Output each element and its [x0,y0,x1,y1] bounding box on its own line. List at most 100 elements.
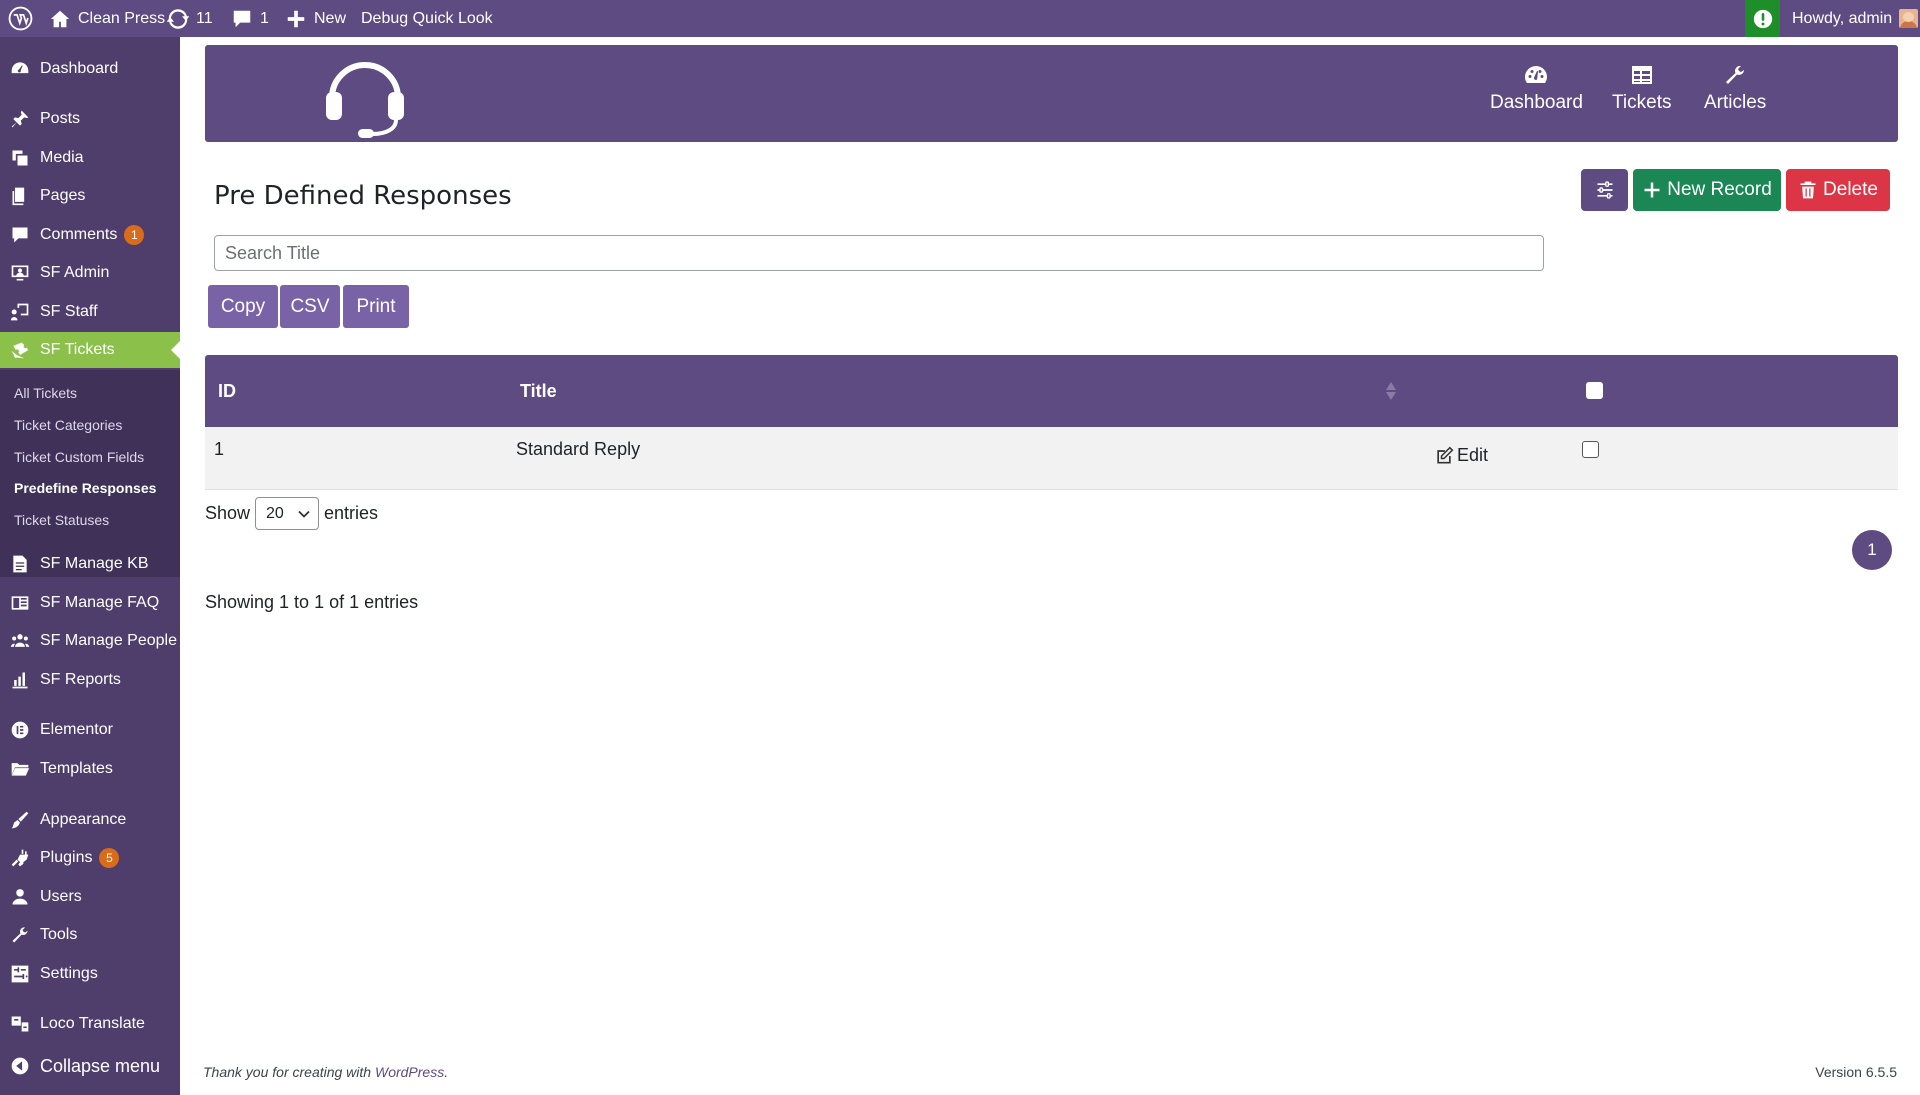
adminbar-debug-quick-look[interactable]: Debug Quick Look [361,0,493,37]
staff-icon [10,303,29,321]
menu-loco-translate-label: Loco Translate [40,1015,145,1032]
row-checkbox[interactable] [1582,441,1599,458]
helpdesk-banner: Dashboard Tickets Articles [205,45,1898,142]
adminbar-comments[interactable]: 1 [231,0,269,37]
sliders-icon [1597,181,1612,199]
admin-monitor-icon [11,265,29,281]
menu-settings[interactable]: Settings [0,955,180,993]
copy-button[interactable]: Copy [208,285,278,328]
menu-loco-translate[interactable]: Loco Translate [0,1005,180,1043]
reports-chart-icon [12,672,28,689]
menu-sf-manage-people[interactable]: SF Manage People [0,622,180,660]
submenu-ticket-custom-fields[interactable]: Ticket Custom Fields [14,442,144,472]
people-icon [10,634,30,647]
menu-sf-staff[interactable]: SF Staff [0,293,180,331]
footer-thanks-text: Thank you for creating with [203,1064,375,1080]
headset-logo-icon [326,62,404,138]
adminbar-updates[interactable]: 11 [167,0,213,37]
menu-pages[interactable]: Pages [0,177,180,215]
menu-users[interactable]: Users [0,878,180,916]
banner-nav-tickets[interactable]: Tickets [1612,63,1671,114]
menu-sf-reports-label: SF Reports [40,671,121,688]
adminbar-new[interactable]: New [285,0,346,37]
pages-icon [12,187,25,206]
page-title: Pre Defined Responses [214,181,512,211]
print-button[interactable]: Print [343,285,409,328]
entries-length-control: Show 20 entries [205,497,378,530]
adminbar-site-link[interactable]: Clean Press [49,0,165,37]
edit-icon [1437,446,1454,463]
knowledgebase-icon [13,555,27,573]
menu-plugins-label: Plugins [40,849,93,866]
folder-icon [11,763,30,776]
menu-sf-admin-label: SF Admin [40,264,110,281]
csv-button[interactable]: CSV [280,285,340,328]
menu-comments[interactable]: Comments 1 [0,216,180,254]
menu-plugins[interactable]: Plugins 5 [0,839,180,877]
menu-comments-label: Comments [40,226,118,243]
menu-sf-manage-faq-label: SF Manage FAQ [40,594,160,611]
alert-icon [1753,9,1772,28]
table-row: 1 Standard Reply Edit [205,427,1898,490]
menu-media-label: Media [40,149,84,166]
submenu-predefine-responses[interactable]: Predefine Responses [14,473,156,503]
site-health-alert[interactable] [1745,0,1780,37]
footer-credit: Thank you for creating with WordPress. [203,1064,448,1080]
menu-dashboard[interactable]: Dashboard [0,50,180,88]
search-title-input[interactable] [214,235,1544,271]
debug-label: Debug Quick Look [361,9,493,27]
menu-elementor[interactable]: Elementor [0,711,180,749]
banner-nav-tickets-label: Tickets [1612,92,1672,113]
comment-icon [233,10,251,27]
column-header-title[interactable]: Title [520,355,557,427]
banner-nav-dashboard[interactable]: Dashboard [1490,63,1583,114]
menu-media[interactable]: Media [0,139,180,177]
dashboard-gauge-icon [11,62,29,74]
banner-nav-dashboard-label: Dashboard [1490,92,1583,113]
menu-tools[interactable]: Tools [0,916,180,954]
delete-label: Delete [1823,179,1878,200]
menu-sf-admin[interactable]: SF Admin [0,254,180,292]
cell-title: Standard Reply [516,439,641,459]
new-record-button[interactable]: New Record [1633,169,1781,211]
media-icon [12,150,28,166]
elementor-icon [11,721,29,739]
edit-link[interactable]: Edit [1434,445,1488,466]
table-header: ID Title [205,355,1898,427]
footer-version: Version 6.5.5 [1815,1064,1897,1080]
adminbar-account[interactable]: Howdy, admin [1792,0,1919,37]
menu-appearance[interactable]: Appearance [0,801,180,839]
filter-settings-button[interactable] [1581,169,1628,211]
collapse-menu-button[interactable]: Collapse menu [0,1047,180,1085]
table-info: Showing 1 to 1 of 1 entries [205,592,419,612]
home-icon [50,10,70,27]
faq-icon [11,596,29,610]
trash-icon [1800,181,1816,199]
menu-sf-tickets[interactable]: SF Tickets [0,332,180,368]
sort-icon[interactable] [1385,380,1397,402]
banner-nav-articles[interactable]: Articles [1704,63,1766,114]
submenu-all-tickets[interactable]: All Tickets [14,378,77,408]
submenu-ticket-categories[interactable]: Ticket Categories [14,410,122,440]
wordpress-logo-icon[interactable] [8,0,33,37]
select-all-checkbox[interactable] [1586,382,1603,399]
entries-label: entries [324,503,379,523]
menu-templates[interactable]: Templates [0,750,180,788]
menu-posts[interactable]: Posts [0,100,180,138]
submenu-ticket-statuses[interactable]: Ticket Statuses [14,505,109,535]
menu-sf-manage-kb[interactable]: SF Manage KB [0,545,180,583]
pagination-page-1[interactable]: 1 [1852,530,1892,570]
entries-per-page-select[interactable]: 20 [255,497,320,530]
wordpress-link[interactable]: WordPress [375,1064,444,1080]
show-label: Show [205,503,251,523]
menu-sf-staff-label: SF Staff [40,303,98,320]
collapse-menu-label: Collapse menu [40,1055,161,1076]
delete-button[interactable]: Delete [1786,169,1890,211]
banner-nav-articles-label: Articles [1704,92,1767,113]
menu-posts-label: Posts [40,110,81,127]
entries-per-page-value: 20 [266,504,284,522]
column-header-id[interactable]: ID [218,355,236,427]
menu-sf-reports[interactable]: SF Reports [0,661,180,699]
menu-dashboard-label: Dashboard [40,60,119,77]
menu-sf-manage-faq[interactable]: SF Manage FAQ [0,584,180,622]
